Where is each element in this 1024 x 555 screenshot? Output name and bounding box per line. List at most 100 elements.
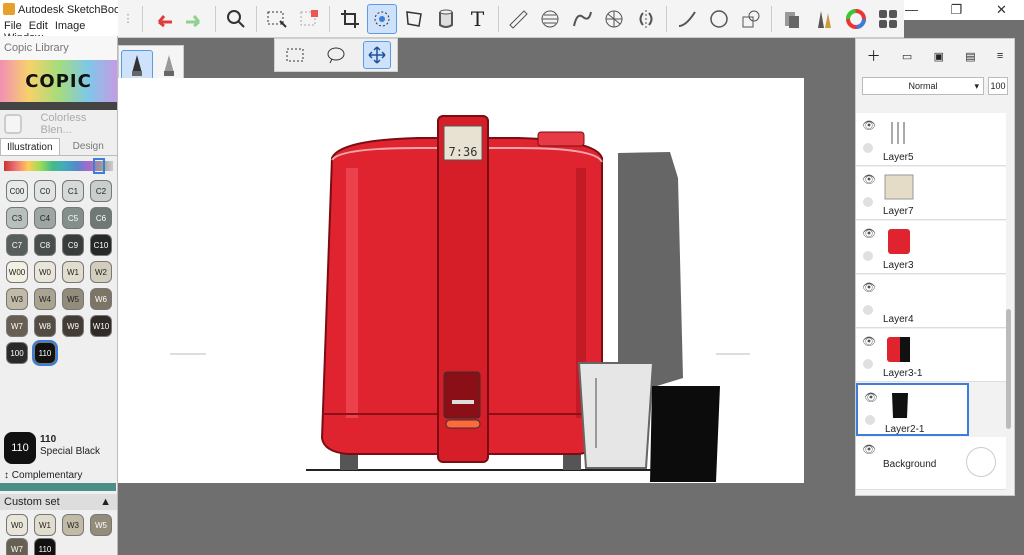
copic-icon[interactable] xyxy=(777,4,807,34)
distort-icon[interactable] xyxy=(399,4,429,34)
swatch-c9[interactable]: C9 xyxy=(62,234,84,256)
swatch-c1[interactable]: C1 xyxy=(62,180,84,202)
brushes-icon[interactable] xyxy=(809,4,839,34)
layer-item-layer4[interactable]: 👁 Layer4 xyxy=(856,275,1006,328)
lock-dot-icon[interactable] xyxy=(863,197,873,207)
fill-icon[interactable] xyxy=(431,4,461,34)
toolbar-grip-icon[interactable]: ⋮ xyxy=(119,4,137,34)
layer-item-background[interactable]: 👁 Background xyxy=(856,437,1006,490)
visibility-eye-icon[interactable]: 👁 xyxy=(862,227,876,240)
restore-button[interactable]: ❐ xyxy=(934,0,979,20)
menu-image[interactable]: Image xyxy=(55,20,86,32)
close-button[interactable]: ✕ xyxy=(979,0,1024,20)
perspective-icon[interactable] xyxy=(599,4,629,34)
lock-dot-icon[interactable] xyxy=(863,359,873,369)
ellipse-icon[interactable] xyxy=(535,4,565,34)
background-color-swatch[interactable] xyxy=(966,447,996,477)
menu-edit[interactable]: Edit xyxy=(29,20,48,32)
colorless-blender-swatch[interactable] xyxy=(4,114,23,134)
curve-icon[interactable] xyxy=(567,4,597,34)
crop-select-icon[interactable] xyxy=(294,4,324,34)
lasso-icon[interactable] xyxy=(322,41,350,69)
swatch-c00[interactable]: C00 xyxy=(6,180,28,202)
move-icon[interactable] xyxy=(362,41,391,69)
swatch-c8[interactable]: C8 xyxy=(34,234,56,256)
complementary-bar[interactable] xyxy=(0,483,116,491)
custom-swatch-w1[interactable]: W1 xyxy=(34,514,56,536)
line-icon[interactable] xyxy=(672,4,702,34)
swatch-w9[interactable]: W9 xyxy=(62,315,84,337)
custom-swatch-w0[interactable]: W0 xyxy=(6,514,28,536)
layer-item-layer3[interactable]: 👁 Layer3 xyxy=(856,221,1006,274)
swatch-c4[interactable]: C4 xyxy=(34,207,56,229)
shapes-icon[interactable] xyxy=(736,4,766,34)
transform-icon[interactable] xyxy=(366,3,397,34)
copic-expand-bar[interactable] xyxy=(0,102,117,110)
folder-icon[interactable]: ▭ xyxy=(902,50,912,63)
merge-icon[interactable]: ▤ xyxy=(965,50,975,63)
redo-icon[interactable] xyxy=(180,4,210,34)
swatch-c7[interactable]: C7 xyxy=(6,234,28,256)
crop-icon[interactable] xyxy=(335,4,365,34)
swatch-c0[interactable]: C0 xyxy=(34,180,56,202)
swatch-w00[interactable]: W00 xyxy=(6,261,28,283)
layer-scrollbar[interactable] xyxy=(1006,309,1011,429)
swatch-c2[interactable]: C2 xyxy=(90,180,112,202)
custom-swatch-w7[interactable]: W7 xyxy=(6,538,28,555)
lock-dot-icon[interactable] xyxy=(863,305,873,315)
lock-dot-icon[interactable] xyxy=(865,415,875,425)
swatch-w0[interactable]: W0 xyxy=(34,261,56,283)
visibility-eye-icon[interactable]: 👁 xyxy=(862,281,876,294)
image-layer-icon[interactable]: ▣ xyxy=(934,50,944,63)
tab-design[interactable]: Design xyxy=(60,138,118,155)
layer-item-layer2-1[interactable]: 👁 Layer2-1 xyxy=(856,383,969,436)
visibility-eye-icon[interactable]: 👁 xyxy=(862,173,876,186)
circle-icon[interactable] xyxy=(704,4,734,34)
swatch-c6[interactable]: C6 xyxy=(90,207,112,229)
rect-select-icon[interactable] xyxy=(281,41,309,69)
visibility-eye-icon[interactable]: 👁 xyxy=(864,391,878,404)
swatch-w7[interactable]: W7 xyxy=(6,315,28,337)
add-layer-icon[interactable]: ＋ xyxy=(867,46,881,66)
swatch-c3[interactable]: C3 xyxy=(6,207,28,229)
lock-dot-icon[interactable] xyxy=(863,143,873,153)
visibility-eye-icon[interactable]: 👁 xyxy=(862,443,876,456)
swatch-w8[interactable]: W8 xyxy=(34,315,56,337)
undo-icon[interactable] xyxy=(148,4,178,34)
swatch-w5[interactable]: W5 xyxy=(62,288,84,310)
swatch-100[interactable]: 100 xyxy=(6,342,28,364)
swatch-w2[interactable]: W2 xyxy=(90,261,112,283)
color-wheel-icon[interactable] xyxy=(841,4,871,34)
swatch-w1[interactable]: W1 xyxy=(62,261,84,283)
hue-strip[interactable] xyxy=(4,158,113,174)
layer-item-layer7[interactable]: 👁 Layer7 xyxy=(856,167,1006,220)
brush-ballpoint-icon[interactable] xyxy=(153,50,185,80)
current-color-swatch[interactable]: 110 xyxy=(4,432,36,464)
menu-file[interactable]: File xyxy=(4,20,22,32)
custom-swatch-w5[interactable]: W5 xyxy=(90,514,112,536)
custom-swatch-w3[interactable]: W3 xyxy=(62,514,84,536)
symmetry-icon[interactable] xyxy=(631,4,661,34)
swatch-w4[interactable]: W4 xyxy=(34,288,56,310)
layer-menu-icon[interactable]: ≡ xyxy=(997,50,1003,62)
zoom-icon[interactable] xyxy=(221,4,251,34)
layer-item-layer5[interactable]: 👁 Layer5 xyxy=(856,113,1006,166)
drawing-canvas[interactable]: 7:36 xyxy=(118,78,804,483)
ruler-icon[interactable] xyxy=(504,4,534,34)
opacity-field[interactable]: 100 xyxy=(988,77,1008,95)
swatch-w3[interactable]: W3 xyxy=(6,288,28,310)
swatch-w6[interactable]: W6 xyxy=(90,288,112,310)
colorless-blender[interactable]: Colorless Blen... xyxy=(0,110,117,138)
custom-swatch-110[interactable]: 110 xyxy=(34,538,56,555)
visibility-eye-icon[interactable]: 👁 xyxy=(862,335,876,348)
swatch-w10[interactable]: W10 xyxy=(90,315,112,337)
select-icon[interactable] xyxy=(262,4,292,34)
tab-illustration[interactable]: Illustration xyxy=(0,138,60,155)
brush-pencil-icon[interactable] xyxy=(121,50,153,80)
blend-mode-select[interactable]: Normal xyxy=(862,77,984,95)
visibility-eye-icon[interactable]: 👁 xyxy=(862,119,876,132)
swatch-110[interactable]: 110 xyxy=(34,342,56,364)
hue-cursor[interactable] xyxy=(93,158,105,174)
custom-set-header[interactable]: Custom set ▲ xyxy=(0,494,117,510)
swatch-c5[interactable]: C5 xyxy=(62,207,84,229)
